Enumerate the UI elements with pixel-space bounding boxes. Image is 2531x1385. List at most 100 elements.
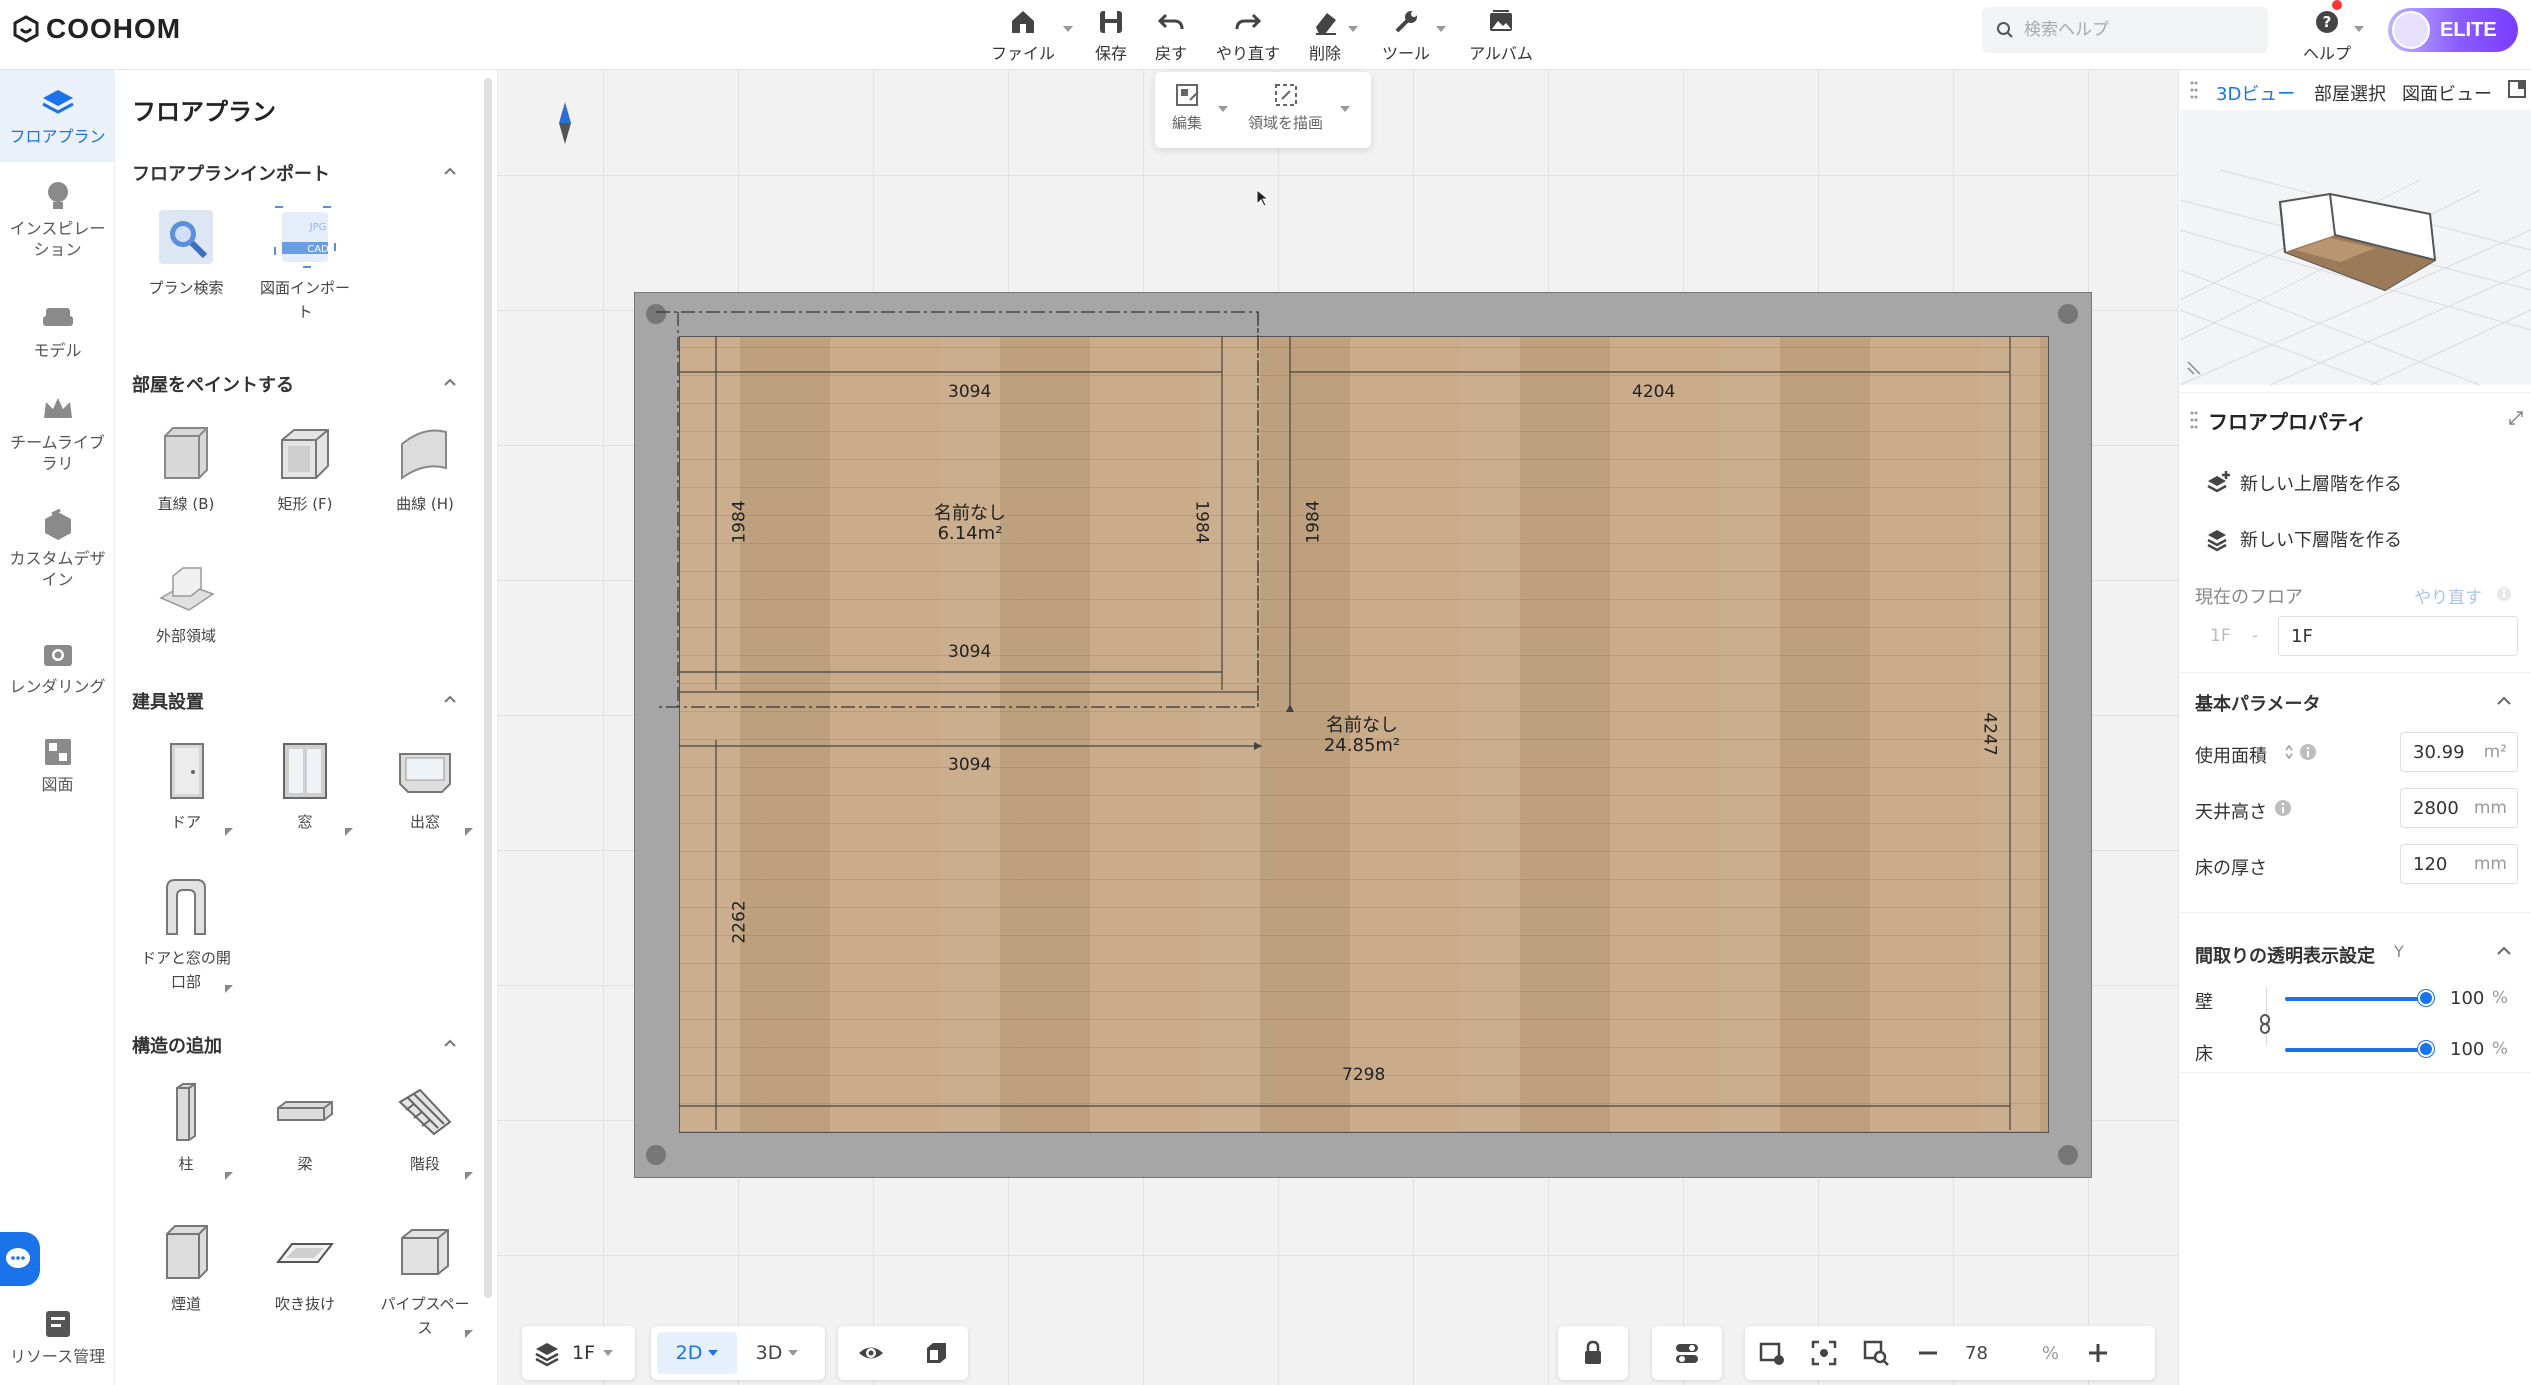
percent-unit: % bbox=[2491, 988, 2508, 1008]
transparency-y: Y bbox=[2394, 942, 2404, 961]
wall-value: 100 bbox=[2450, 987, 2485, 1009]
dim-label[interactable]: 3094 bbox=[948, 382, 991, 402]
toggle-settings-button[interactable] bbox=[1652, 1326, 1722, 1380]
floor-label: 床 bbox=[2195, 1044, 2213, 1065]
dim-label[interactable]: 3094 bbox=[948, 755, 991, 775]
add-layer-icon bbox=[2207, 471, 2230, 493]
floor-selector[interactable]: 1F bbox=[522, 1326, 635, 1380]
caret-down-icon bbox=[788, 1350, 799, 1356]
zoom-area-icon[interactable] bbox=[1863, 1340, 1889, 1366]
dimension-lines bbox=[656, 311, 2011, 1130]
ceiling-unit: mm bbox=[2473, 798, 2507, 818]
floor-value: 100 bbox=[2450, 1038, 2485, 1060]
wall-transparency-input[interactable]: 100 % bbox=[2440, 978, 2518, 1018]
dim-label[interactable]: 1984 bbox=[730, 500, 750, 543]
ceiling-input[interactable]: 2800 mm bbox=[2400, 788, 2518, 828]
floor-label: 1F bbox=[572, 1342, 596, 1364]
sort-icon[interactable] bbox=[2284, 744, 2294, 760]
room-area: 6.14m² bbox=[937, 523, 1003, 544]
current-floor-label: 現在のフロア bbox=[2195, 587, 2303, 608]
info-icon bbox=[2275, 800, 2291, 816]
mode-3d-label: 3D bbox=[755, 1342, 783, 1364]
chevron-up-icon[interactable] bbox=[2496, 694, 2512, 708]
mode-3d-button[interactable]: 3D bbox=[737, 1332, 817, 1374]
divider bbox=[2180, 912, 2531, 913]
dim-label[interactable]: 1984 bbox=[1304, 500, 1324, 543]
transparency-title: 間取りの透明表示設定 bbox=[2195, 946, 2375, 967]
wall-transparency-track[interactable] bbox=[2285, 997, 2425, 1001]
dim-label[interactable]: 3094 bbox=[948, 642, 991, 662]
dim-label[interactable]: 7298 bbox=[1342, 1065, 1385, 1085]
redo-link[interactable]: やり直す bbox=[2414, 583, 2482, 608]
tab-3d-view[interactable]: 3Dビュー bbox=[2216, 80, 2295, 106]
room-area: 24.85m² bbox=[1323, 735, 1401, 756]
layers-icon bbox=[535, 1343, 559, 1367]
room-label-large[interactable]: 名前なし 24.85m² bbox=[1312, 716, 1412, 756]
resize-corner-icon[interactable] bbox=[2186, 360, 2202, 376]
thickness-input[interactable]: 120 mm bbox=[2400, 844, 2518, 884]
basic-params-title: 基本パラメータ bbox=[2195, 694, 2321, 715]
floor-props-title: フロアプロパティ bbox=[2208, 410, 2367, 434]
floor-name-value: 1F bbox=[2291, 625, 2313, 647]
caret-down-icon bbox=[603, 1350, 614, 1356]
zoom-value: 78 bbox=[1965, 1342, 1988, 1364]
wall-label: 壁 bbox=[2195, 992, 2213, 1013]
fit-screen-icon[interactable] bbox=[1811, 1340, 1837, 1366]
zoom-out-icon[interactable] bbox=[1915, 1340, 1941, 1366]
visibility-group bbox=[838, 1326, 968, 1380]
area-label: 使用面積 bbox=[2195, 746, 2267, 767]
floor-code: 1F bbox=[2210, 626, 2231, 646]
percent-unit: % bbox=[2491, 1039, 2508, 1059]
divider bbox=[2180, 392, 2531, 393]
new-upper-floor-button[interactable]: 新しい上層階を作る bbox=[2206, 470, 2402, 496]
zoom-unit: % bbox=[2041, 1342, 2059, 1364]
dim-label[interactable]: 1984 bbox=[1192, 500, 1212, 543]
wall-transparency-handle[interactable] bbox=[2418, 990, 2434, 1006]
ceiling-value: 2800 bbox=[2413, 797, 2459, 819]
zoom-in-icon[interactable] bbox=[2085, 1340, 2111, 1366]
room-name: 名前なし bbox=[1326, 715, 1398, 736]
floor-separator: - bbox=[2252, 626, 2259, 646]
dim-label[interactable]: 2262 bbox=[730, 900, 750, 943]
area-unit: m² bbox=[2483, 742, 2507, 762]
3d-preview[interactable] bbox=[2179, 110, 2531, 386]
zoom-controls: 78 % bbox=[1745, 1326, 2155, 1380]
caret-down-icon bbox=[708, 1350, 719, 1356]
floor-transparency-input[interactable]: 100 % bbox=[2440, 1029, 2518, 1069]
floor-transparency-track[interactable] bbox=[2285, 1048, 2425, 1052]
divider bbox=[2180, 1072, 2531, 1073]
ceiling-label: 天井高さ bbox=[2195, 802, 2267, 823]
add-layer-below-icon bbox=[2207, 530, 2227, 552]
view-settings-icon[interactable] bbox=[1759, 1340, 1785, 1366]
preview-scene bbox=[2179, 169, 2531, 386]
lock-icon bbox=[1585, 1340, 1601, 1364]
tab-drawing-view[interactable]: 図面ビュー bbox=[2402, 80, 2492, 106]
thickness-label: 床の厚さ bbox=[2195, 858, 2267, 879]
zoom-input[interactable]: 78 % bbox=[1953, 1334, 2071, 1372]
dim-label[interactable]: 4247 bbox=[1980, 712, 2000, 755]
link-icon[interactable] bbox=[2258, 1014, 2272, 1034]
floor-transparency-handle[interactable] bbox=[2418, 1041, 2434, 1057]
dim-label[interactable]: 4204 bbox=[1632, 382, 1675, 402]
drag-handle-icon[interactable] bbox=[2190, 80, 2198, 100]
panel-toggle-icon[interactable] bbox=[2508, 80, 2526, 98]
divider bbox=[2180, 672, 2531, 673]
floor-name-input[interactable]: 1F bbox=[2278, 616, 2518, 656]
info-icon bbox=[2497, 587, 2511, 601]
mode-2d-button[interactable]: 2D bbox=[657, 1332, 737, 1374]
chevron-up-icon[interactable] bbox=[2496, 944, 2512, 958]
mode-2d-label: 2D bbox=[675, 1342, 703, 1364]
drag-handle-icon[interactable] bbox=[2190, 410, 2198, 430]
tab-room-select[interactable]: 部屋選択 bbox=[2314, 80, 2386, 106]
area-input[interactable]: 30.99 m² bbox=[2400, 732, 2518, 772]
room-label-small[interactable]: 名前なし 6.14m² bbox=[920, 504, 1020, 544]
new-lower-label: 新しい下層階を作る bbox=[2240, 530, 2402, 551]
new-lower-floor-button[interactable]: 新しい下層階を作る bbox=[2206, 526, 2402, 552]
room-name: 名前なし bbox=[934, 503, 1006, 524]
lock-button[interactable] bbox=[1558, 1326, 1628, 1380]
eye-icon[interactable] bbox=[858, 1340, 884, 1366]
expand-icon[interactable] bbox=[2508, 410, 2524, 426]
cube-view-icon[interactable] bbox=[923, 1340, 949, 1366]
info-icon bbox=[2300, 744, 2316, 760]
thickness-unit: mm bbox=[2473, 854, 2507, 874]
